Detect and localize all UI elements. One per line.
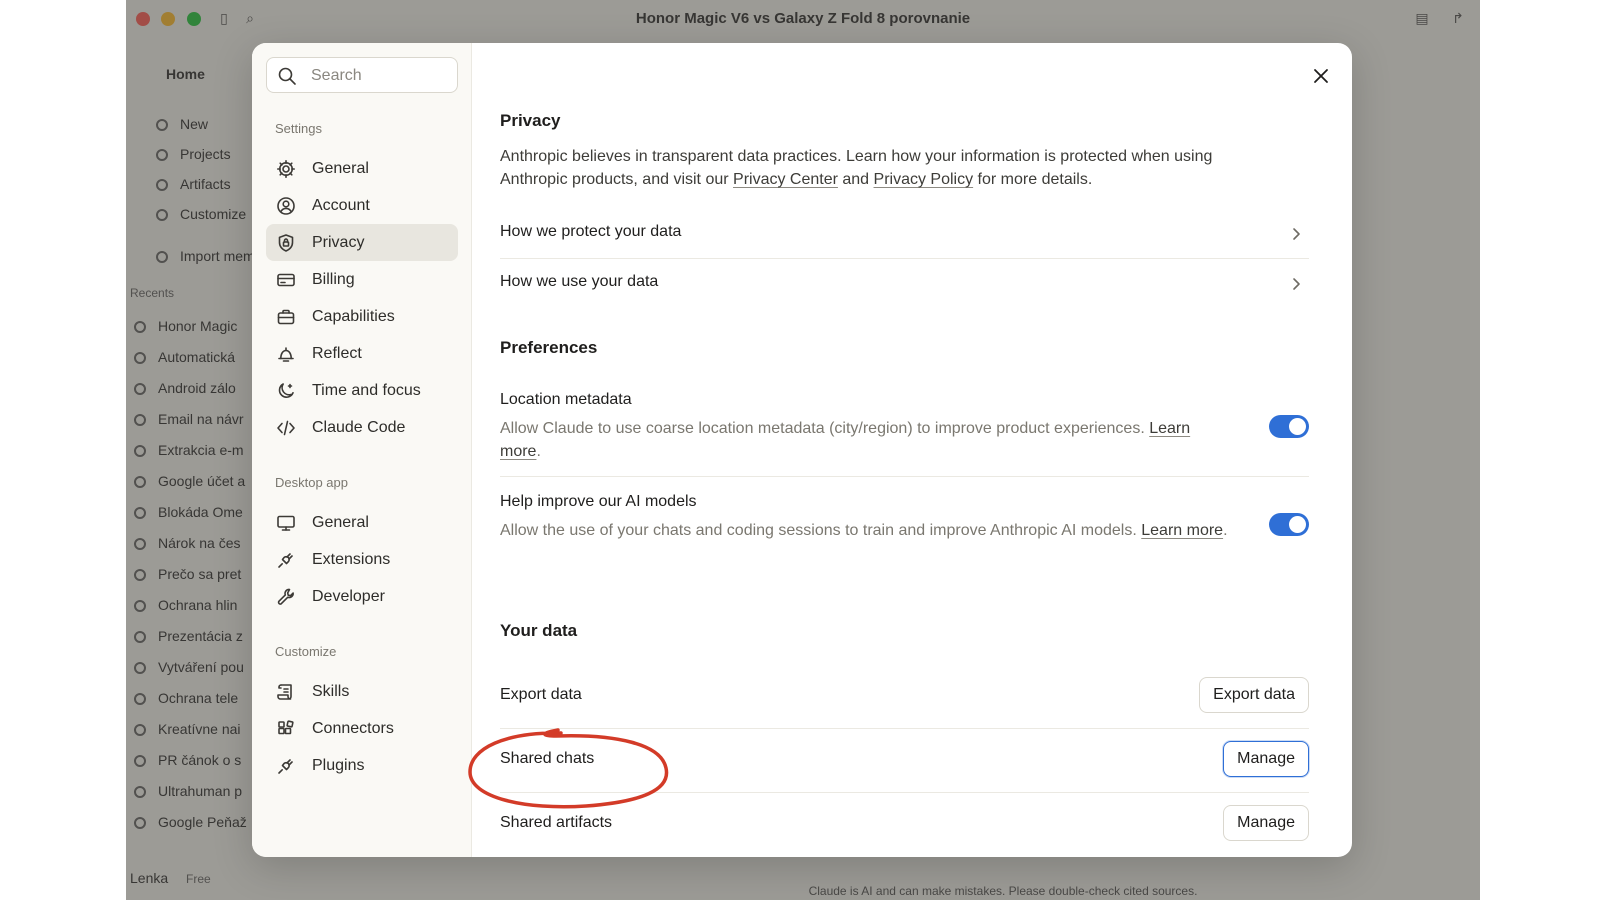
search-input[interactable] xyxy=(311,66,451,86)
nav-settings-general[interactable]: General xyxy=(266,150,458,187)
privacy-panel: Privacy Anthropic believes in transparen… xyxy=(473,43,1352,857)
toggle-knob xyxy=(1289,418,1306,435)
nav-item-label: Claude Code xyxy=(312,418,406,436)
use-data-row[interactable]: How we use your data xyxy=(500,259,1309,309)
nav-item-label: Privacy xyxy=(312,233,365,251)
location-metadata-row: Location metadata Allow Claude to use co… xyxy=(500,381,1309,477)
privacy-policy-link[interactable]: Privacy Policy xyxy=(874,171,974,188)
nav-item-label: General xyxy=(312,513,369,531)
location-desc-text: Allow Claude to use coarse location meta… xyxy=(500,420,1150,437)
nav-settings-account[interactable]: Account xyxy=(266,187,458,224)
desktop-section-label: Desktop app xyxy=(275,475,348,490)
toggle-knob xyxy=(1289,516,1306,533)
location-metadata-label: Location metadata xyxy=(500,391,632,408)
export-data-label: Export data xyxy=(500,686,582,703)
export-data-button[interactable]: Export data xyxy=(1199,677,1309,713)
nav-settings-time-and-focus[interactable]: Time and focus xyxy=(266,372,458,409)
nav-item-label: Extensions xyxy=(312,550,391,568)
credit-card-icon xyxy=(276,270,296,290)
nav-item-label: General xyxy=(312,159,369,177)
wrench-icon xyxy=(276,587,296,607)
scroll-icon xyxy=(276,682,296,702)
improve-models-desc: Allow the use of your chats and coding s… xyxy=(500,519,1230,542)
manage-shared-chats-button[interactable]: Manage xyxy=(1223,741,1309,777)
settings-nav: Settings General Account Privacy Billing Cap… xyxy=(252,43,472,857)
protect-data-label: How we protect your data xyxy=(500,223,682,240)
gear-icon xyxy=(276,159,296,179)
settings-search xyxy=(266,57,458,93)
settings-modal: Settings General Account Privacy Billing Cap… xyxy=(252,43,1352,857)
nav-item-label: Reflect xyxy=(312,344,362,362)
nav-item-label: Time and focus xyxy=(312,381,421,399)
nav-item-label: Connectors xyxy=(312,719,394,737)
close-icon xyxy=(1314,69,1328,83)
monitor-icon xyxy=(276,513,296,533)
shared-artifacts-label: Shared artifacts xyxy=(500,814,613,831)
nav-settings-privacy[interactable]: Privacy xyxy=(266,224,458,261)
nav-item-label: Account xyxy=(312,196,370,214)
nav-desktop-extensions[interactable]: Extensions xyxy=(266,541,458,578)
nav-desktop-general[interactable]: General xyxy=(266,504,458,541)
your-data-heading: Your data xyxy=(500,621,578,640)
search-icon xyxy=(277,66,297,86)
location-metadata-toggle[interactable] xyxy=(1269,415,1309,438)
improve-models-toggle[interactable] xyxy=(1269,513,1309,536)
protect-data-row[interactable]: How we protect your data xyxy=(500,209,1309,259)
chevron-right-icon xyxy=(1289,227,1303,241)
settings-section-label: Settings xyxy=(275,121,322,136)
user-circle-icon xyxy=(276,196,296,216)
privacy-center-link[interactable]: Privacy Center xyxy=(733,171,838,188)
improve-desc-text: Allow the use of your chats and coding s… xyxy=(500,522,1142,539)
improve-models-row: Help improve our AI models Allow the use… xyxy=(500,483,1309,579)
plug-icon xyxy=(276,550,296,570)
plug-icon xyxy=(276,756,296,776)
nav-customize-plugins[interactable]: Plugins xyxy=(266,747,458,784)
privacy-intro: Anthropic believes in transparent data p… xyxy=(500,145,1280,191)
chevron-right-icon xyxy=(1289,277,1303,291)
privacy-intro-suffix: for more details. xyxy=(973,171,1093,188)
nav-settings-billing[interactable]: Billing xyxy=(266,261,458,298)
nav-settings-claude-code[interactable]: Claude Code xyxy=(266,409,458,446)
nav-item-label: Developer xyxy=(312,587,385,605)
briefcase-icon xyxy=(276,307,296,327)
customize-section-label: Customize xyxy=(275,644,337,659)
nav-desktop-developer[interactable]: Developer xyxy=(266,578,458,615)
preferences-heading: Preferences xyxy=(500,338,598,357)
nav-item-label: Skills xyxy=(312,682,350,700)
nav-settings-reflect[interactable]: Reflect xyxy=(266,335,458,372)
shared-chats-label: Shared chats xyxy=(500,750,595,767)
location-metadata-desc: Allow Claude to use coarse location meta… xyxy=(500,417,1230,463)
shared-chats-row: Shared chats Manage xyxy=(500,729,1309,793)
privacy-intro-and: and xyxy=(837,171,874,188)
moon-sparkle-icon xyxy=(276,381,296,401)
code-icon xyxy=(276,418,296,438)
use-data-label: How we use your data xyxy=(500,273,659,290)
shared-artifacts-row: Shared artifacts Manage xyxy=(500,793,1309,857)
improve-desc-suffix: . xyxy=(1223,522,1228,539)
shield-lock-icon xyxy=(276,233,296,253)
nav-item-label: Capabilities xyxy=(312,307,395,325)
nav-customize-connectors[interactable]: Connectors xyxy=(266,710,458,747)
manage-shared-artifacts-button[interactable]: Manage xyxy=(1223,805,1309,841)
export-data-row: Export data Export data xyxy=(500,665,1309,729)
blocks-icon xyxy=(276,719,296,739)
nav-settings-capabilities[interactable]: Capabilities xyxy=(266,298,458,335)
nav-customize-skills[interactable]: Skills xyxy=(266,673,458,710)
improve-learn-more-link[interactable]: Learn more xyxy=(1141,522,1223,539)
close-button[interactable] xyxy=(1308,63,1334,89)
bell-icon xyxy=(276,344,296,364)
privacy-heading: Privacy xyxy=(500,111,561,130)
improve-models-label: Help improve our AI models xyxy=(500,493,697,510)
nav-item-label: Plugins xyxy=(312,756,365,774)
location-desc-suffix: . xyxy=(536,443,541,460)
nav-item-label: Billing xyxy=(312,270,355,288)
